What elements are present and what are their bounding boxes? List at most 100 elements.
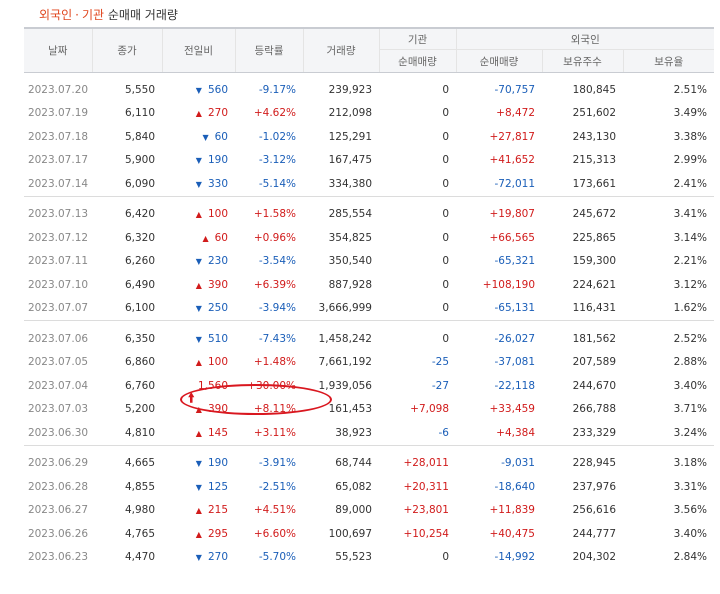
cell-volume: 125,291 — [328, 130, 372, 143]
cell-volume: 212,098 — [328, 107, 372, 120]
cell-holding-ratio: 2.84% — [673, 551, 707, 564]
table-row: 2023.07.17 5,900 ▼ 190 -3.12% 167,475 0 +41,652… — [24, 149, 714, 173]
cell-holding: 245,672 — [572, 208, 616, 221]
cell-change: ▼ 560 — [162, 78, 235, 102]
cell-holding: 233,329 — [572, 426, 616, 439]
cell-inst-net: 0 — [442, 154, 449, 167]
header-date: 날짜 — [24, 27, 92, 73]
cell-date: 2023.07.06 — [27, 332, 89, 345]
cell-holding: 173,661 — [572, 177, 616, 190]
cell-change: ▼ 190 — [162, 149, 235, 173]
cell-inst-net: 0 — [442, 130, 449, 143]
change-value: 510 — [207, 332, 228, 345]
cell-date: 2023.07.12 — [27, 231, 89, 244]
cell-holding: 244,670 — [572, 379, 616, 392]
cell-change: ▼ 190 — [162, 452, 235, 476]
cell-change: ▲ 390 — [162, 273, 235, 297]
cell-foreign-net: +41,652 — [489, 154, 535, 167]
cell-foreign-net: +33,459 — [489, 403, 535, 416]
cell-holding-ratio: 3.41% — [673, 208, 707, 221]
cell-close: 6,320 — [124, 231, 155, 244]
cell-close: 5,550 — [124, 83, 155, 96]
cell-inst-net: 0 — [442, 231, 449, 244]
cell-rate: +1.58% — [253, 208, 296, 221]
cell-holding: 251,602 — [572, 107, 616, 120]
cell-foreign-net: -26,027 — [494, 332, 535, 345]
cell-close: 4,470 — [124, 551, 155, 564]
header-change: 전일비 — [161, 27, 235, 73]
cell-close: 5,900 — [124, 154, 155, 167]
cell-rate: -3.12% — [258, 154, 296, 167]
cell-change: ▼ 230 — [162, 250, 235, 274]
cell-volume: 354,825 — [328, 231, 372, 244]
cell-close: 6,090 — [124, 177, 155, 190]
cell-holding-ratio: 3.12% — [673, 278, 707, 291]
cell-foreign-net: +40,475 — [489, 527, 535, 540]
cell-close: 6,100 — [124, 302, 155, 315]
cell-rate: +4.51% — [253, 504, 296, 517]
cell-holding: 228,945 — [572, 457, 616, 470]
cell-holding-ratio: 3.71% — [673, 403, 707, 416]
table-body: 2023.07.20 5,550 ▼ 560 -9.17% 239,923 0 -70,757… — [24, 73, 714, 570]
cell-date: 2023.07.20 — [27, 83, 89, 96]
change-value: 270 — [207, 107, 228, 120]
table-row: 2023.07.18 5,840 ▼ 60 -1.02% 125,291 0 +27,817 2… — [24, 125, 714, 149]
cell-change: ▼ 330 — [162, 172, 235, 196]
cell-close: 6,860 — [124, 356, 155, 369]
change-value: 295 — [207, 527, 228, 540]
cell-date: 2023.06.23 — [27, 551, 89, 564]
cell-date: 2023.07.04 — [27, 379, 89, 392]
cell-close: 6,260 — [124, 255, 155, 268]
up-triangle-icon: ▲ — [195, 506, 202, 516]
cell-change: ▲ 215 — [162, 499, 235, 523]
cell-close: 4,765 — [124, 527, 155, 540]
header-rate: 등락률 — [234, 27, 303, 73]
cell-inst-net: 0 — [442, 278, 449, 291]
table-row: 2023.07.04 6,760 1,560 +30.00% 1,939,056 -27-… — [24, 374, 714, 398]
cell-inst-net: +20,311 — [403, 480, 449, 493]
down-triangle-icon: ▼ — [195, 179, 202, 189]
cell-rate: -3.91% — [258, 457, 296, 470]
header-holding-ratio: 보유율 — [622, 49, 714, 73]
cell-close: 4,810 — [124, 426, 155, 439]
down-triangle-icon: ▼ — [195, 334, 202, 344]
cell-change: ▼ 250 — [162, 297, 235, 321]
cell-change: ▼ 270 — [162, 546, 235, 570]
cell-foreign-net: -22,118 — [494, 379, 535, 392]
cell-volume: 239,923 — [328, 83, 372, 96]
header-institution-net: 순매매량 — [378, 49, 456, 73]
cell-volume: 100,697 — [328, 527, 372, 540]
cell-volume: 350,540 — [328, 255, 372, 268]
cell-holding-ratio: 2.88% — [673, 356, 707, 369]
cell-date: 2023.07.19 — [27, 107, 89, 120]
cell-foreign-net: -65,131 — [494, 302, 535, 315]
title-separator: · — [75, 8, 79, 22]
title-institution[interactable]: 기관 — [82, 8, 104, 22]
change-value: 125 — [207, 480, 228, 493]
cell-holding-ratio: 3.56% — [673, 504, 707, 517]
cell-holding: 256,616 — [572, 504, 616, 517]
cell-holding: 224,621 — [572, 278, 616, 291]
cell-rate: +4.62% — [253, 107, 296, 120]
cell-inst-net: 0 — [442, 177, 449, 190]
table-row: 2023.06.29 4,665 ▼ 190 -3.91% 68,744 +28,011 -9… — [24, 452, 714, 476]
cell-change: ▲ 100 — [162, 351, 235, 375]
up-triangle-icon: ▲ — [202, 233, 209, 243]
cell-volume: 167,475 — [328, 154, 372, 167]
cell-volume: 334,380 — [328, 177, 372, 190]
cell-holding: 243,130 — [572, 130, 616, 143]
cell-change: ▲ 270 — [162, 102, 235, 126]
cell-holding-ratio: 3.38% — [673, 130, 707, 143]
cell-foreign-net: +19,807 — [489, 208, 535, 221]
cell-change: ▲ 295 — [162, 522, 235, 546]
down-triangle-icon: ▼ — [195, 304, 202, 314]
header-holding-shares: 보유주수 — [541, 49, 623, 73]
cell-inst-net: +7,098 — [410, 403, 449, 416]
cell-change: ▼ 510 — [162, 327, 235, 351]
cell-holding: 225,865 — [572, 231, 616, 244]
cell-inst-net: 0 — [442, 551, 449, 564]
cell-date: 2023.06.26 — [27, 527, 89, 540]
cell-rate: -3.94% — [258, 302, 296, 315]
cell-date: 2023.07.18 — [27, 130, 89, 143]
title-foreign[interactable]: 외국인 — [39, 8, 72, 22]
